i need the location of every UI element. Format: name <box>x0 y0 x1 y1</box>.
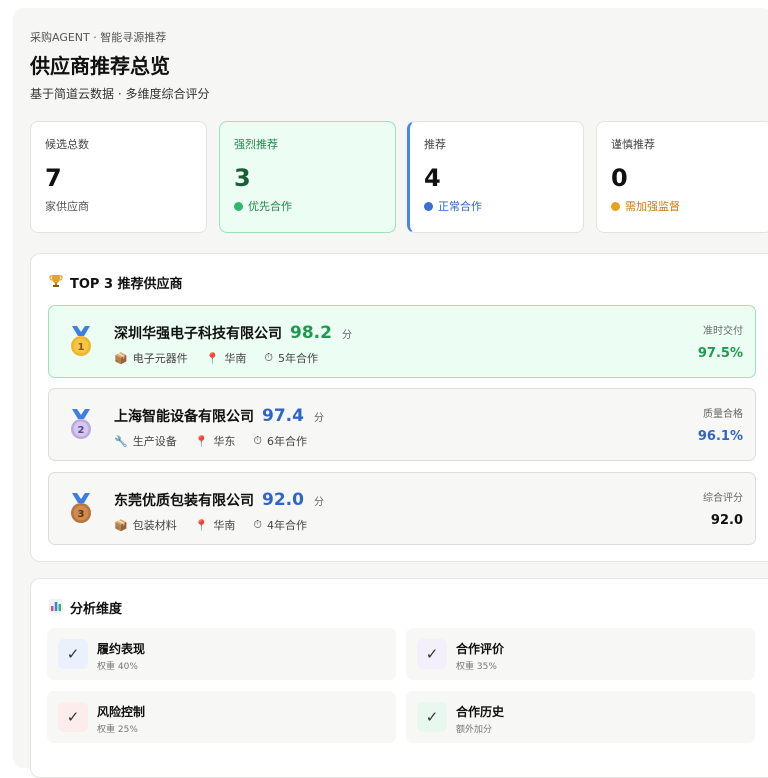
green-dot-icon <box>234 201 243 211</box>
box-icon: 📦 <box>114 518 128 532</box>
supplier-region: 华南 <box>224 352 247 365</box>
dimension-name: 履约表现 <box>97 642 146 656</box>
timer-icon: ⏱ <box>253 518 262 531</box>
supplier-score: 97.4 <box>262 406 304 426</box>
stat-value: 7 <box>45 164 62 192</box>
supplier-category: 包装材料 <box>132 519 177 532</box>
stat-label: 候选总数 <box>45 138 89 151</box>
supplier-name[interactable]: 东莞优质包装有限公司 <box>114 490 254 510</box>
trophy-icon <box>49 274 63 292</box>
supplier-category: 生产设备 <box>132 435 177 448</box>
supplier-score: 98.2 <box>290 323 332 343</box>
metric-label: 综合评分 <box>703 493 743 504</box>
stat-card-recommend[interactable]: 推荐 4 正常合作 <box>407 121 584 233</box>
metric-value: 96.1% <box>697 429 743 444</box>
supplier-card-3[interactable]: 3 东莞优质包装有限公司 92.0 分 📦 包装材料 📍 华南 ⏱ 4年合作 综合评分 … <box>48 472 756 545</box>
silver-medal-icon: 2 <box>71 409 91 439</box>
check-icon: ✓ <box>58 702 88 732</box>
stat-value: 0 <box>611 164 628 192</box>
dimension-weight: 权重 25% <box>97 725 138 735</box>
metric-label: 质量合格 <box>703 409 743 420</box>
supplier-years: 4年合作 <box>267 519 307 532</box>
dimension-item-risk-control[interactable]: ✓ 风险控制 权重 25% <box>47 691 396 743</box>
supplier-score: 92.0 <box>262 490 304 510</box>
dimension-name: 合作历史 <box>456 705 505 719</box>
supplier-name[interactable]: 深圳华强电子科技有限公司 <box>114 323 282 343</box>
stat-card-caution[interactable]: 谨慎推荐 0 需加强监督 <box>596 121 768 233</box>
supplier-card-2[interactable]: 2 上海智能设备有限公司 97.4 分 🔧 生产设备 📍 华东 ⏱ 6年合作 质量合格 … <box>48 388 756 461</box>
stat-card-total[interactable]: 候选总数 7 家供应商 <box>30 121 207 233</box>
stat-value: 4 <box>424 164 441 192</box>
dimension-weight: 权重 35% <box>456 662 497 672</box>
pin-icon: 📍 <box>205 351 220 365</box>
top3-title-row: TOP 3 推荐供应商 <box>49 273 183 292</box>
pin-icon: 📍 <box>194 518 209 532</box>
pin-icon: 📍 <box>194 434 209 448</box>
stat-label: 推荐 <box>424 138 446 151</box>
bronze-medal-icon: 3 <box>71 493 91 523</box>
dimension-item-cooperation-rating[interactable]: ✓ 合作评价 权重 35% <box>406 628 755 680</box>
metric-label: 准时交付 <box>703 326 743 337</box>
orange-dot-icon <box>611 201 620 211</box>
supplier-years: 6年合作 <box>267 435 307 448</box>
dimensions-title-row: 分析维度 <box>49 598 122 617</box>
supplier-name[interactable]: 上海智能设备有限公司 <box>114 406 254 426</box>
box-icon: 📦 <box>114 351 128 365</box>
check-icon: ✓ <box>417 702 447 732</box>
page-title: 供应商推荐总览 <box>30 54 170 78</box>
stat-sub: 需加强监督 <box>625 200 680 213</box>
dimension-weight: 权重 40% <box>97 662 138 672</box>
page-subtitle: 基于简道云数据 · 多维度综合评分 <box>30 87 210 101</box>
supplier-years: 5年合作 <box>278 352 318 365</box>
bar-chart-icon <box>49 598 63 617</box>
score-unit: 分 <box>341 330 352 341</box>
dimensions-panel: 分析维度 ✓ 履约表现 权重 40% ✓ 合作评价 权重 35% ✓ 风险控制 … <box>30 578 768 778</box>
timer-icon: ⏱ <box>253 434 262 447</box>
score-unit: 分 <box>313 497 324 508</box>
wrench-icon: 🔧 <box>114 434 128 448</box>
stat-value: 3 <box>234 164 251 192</box>
stat-sub: 正常合作 <box>438 200 482 213</box>
dimension-name: 风险控制 <box>97 705 146 719</box>
metric-value: 97.5% <box>697 346 743 361</box>
stat-label: 强烈推荐 <box>234 138 278 151</box>
metric-value: 92.0 <box>710 513 743 528</box>
svg-text:1: 1 <box>78 342 85 353</box>
gold-medal-icon: 1 <box>71 326 91 356</box>
check-icon: ✓ <box>58 639 88 669</box>
top3-title: TOP 3 推荐供应商 <box>70 277 183 292</box>
dimension-item-fulfillment[interactable]: ✓ 履约表现 权重 40% <box>47 628 396 680</box>
dimensions-title: 分析维度 <box>70 602 123 617</box>
supplier-card-1[interactable]: 1 深圳华强电子科技有限公司 98.2 分 📦 电子元器件 📍 华南 ⏱ 5年合作 准时… <box>48 305 756 378</box>
stat-sub: 家供应商 <box>45 200 89 213</box>
stat-label: 谨慎推荐 <box>611 138 655 151</box>
dimension-weight: 额外加分 <box>456 725 493 735</box>
breadcrumb: 采购AGENT · 智能寻源推荐 <box>30 31 167 44</box>
supplier-region: 华东 <box>213 435 236 448</box>
top3-panel: TOP 3 推荐供应商 1 深圳华强电子科技有限公司 98.2 分 📦 电子元器件 … <box>30 253 768 562</box>
stat-sub: 优先合作 <box>248 200 292 213</box>
dimension-name: 合作评价 <box>456 642 505 656</box>
svg-text:2: 2 <box>78 425 85 436</box>
blue-dot-icon <box>424 201 433 211</box>
timer-icon: ⏱ <box>264 351 273 364</box>
stat-card-strong[interactable]: 强烈推荐 3 优先合作 <box>219 121 396 233</box>
dimension-item-history[interactable]: ✓ 合作历史 额外加分 <box>406 691 755 743</box>
supplier-region: 华南 <box>213 519 236 532</box>
score-unit: 分 <box>313 413 324 424</box>
svg-text:3: 3 <box>78 509 85 520</box>
supplier-category: 电子元器件 <box>132 352 188 365</box>
check-icon: ✓ <box>417 639 447 669</box>
